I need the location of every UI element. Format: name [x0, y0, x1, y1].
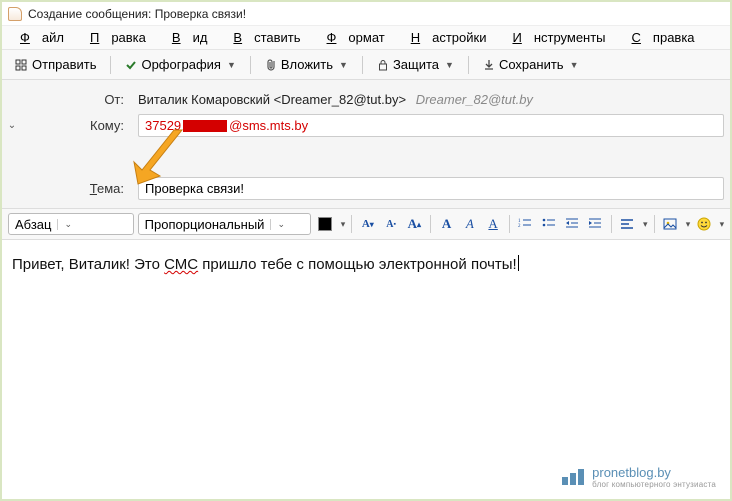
check-icon	[125, 59, 137, 71]
font-size-small-button[interactable]: A▪	[381, 214, 400, 234]
from-value[interactable]: Виталик Комаровский <Dreamer_82@tut.by> …	[132, 90, 730, 109]
text-color-dropdown[interactable]: ▾	[339, 219, 346, 230]
message-headers: От: Виталик Комаровский <Dreamer_82@tut.…	[2, 80, 730, 209]
send-button[interactable]: Отправить	[8, 54, 102, 75]
font-size-up-button[interactable]: A▴	[405, 214, 424, 234]
text-color-button[interactable]	[315, 214, 334, 234]
paragraph-style-combo[interactable]: Абзац⌄	[8, 213, 134, 235]
align-dropdown[interactable]: ▾	[641, 219, 648, 230]
align-button[interactable]	[618, 214, 637, 234]
app-icon	[8, 7, 22, 21]
menu-settings[interactable]: Настройки	[399, 28, 499, 47]
bold-button[interactable]: A	[437, 214, 456, 234]
menu-help[interactable]: Справка	[620, 28, 707, 47]
menu-edit[interactable]: Правка	[78, 28, 158, 47]
outdent-button[interactable]	[562, 214, 581, 234]
subject-label: Тема:	[22, 181, 132, 196]
paperclip-icon	[265, 58, 277, 72]
font-combo[interactable]: Пропорциональный⌄	[138, 213, 312, 235]
insert-image-dropdown[interactable]: ▾	[684, 219, 691, 230]
insert-image-button[interactable]	[661, 214, 680, 234]
expand-recipients-icon[interactable]: ⌄	[2, 120, 22, 131]
numbered-list-button[interactable]: 12	[516, 214, 535, 234]
lock-icon	[377, 59, 389, 71]
to-label[interactable]: Кому:	[22, 118, 132, 133]
indent-button[interactable]	[586, 214, 605, 234]
italic-button[interactable]: A	[460, 214, 479, 234]
svg-text:2: 2	[518, 224, 521, 229]
menu-insert[interactable]: Вставить	[221, 28, 312, 47]
save-button[interactable]: Сохранить ▼	[477, 54, 585, 75]
menu-view[interactable]: Вид	[160, 28, 220, 47]
security-button[interactable]: Защита ▼	[371, 54, 460, 75]
spellcheck-button[interactable]: Орфография ▼	[119, 54, 241, 75]
emoji-button[interactable]	[694, 214, 713, 234]
menu-file[interactable]: Файл	[8, 28, 76, 47]
send-icon	[14, 58, 28, 72]
emoji-dropdown[interactable]: ▾	[718, 219, 725, 230]
attach-button[interactable]: Вложить ▼	[259, 54, 354, 75]
message-body[interactable]: Привет, Виталик! Это СМС пришло тебе с п…	[2, 240, 730, 289]
redacted-block	[183, 120, 227, 132]
from-label: От:	[22, 92, 132, 107]
menu-format[interactable]: Формат	[315, 28, 397, 47]
subject-field[interactable]: Проверка связи!	[138, 177, 724, 200]
bullet-list-button[interactable]	[539, 214, 558, 234]
watermark: pronetblog.by блог компьютерного энтузиа…	[562, 465, 716, 489]
menu-tools[interactable]: Инструменты	[500, 28, 617, 47]
download-icon	[483, 59, 495, 71]
toolbar: Отправить Орфография ▼ Вложить ▼ Защита …	[2, 50, 730, 80]
to-field[interactable]: 37529@sms.mts.by	[138, 114, 724, 137]
window-title: Создание сообщения: Проверка связи!	[28, 7, 246, 21]
format-toolbar: Абзац⌄ Пропорциональный⌄ ▾ A▾ A▪ A▴ A A …	[2, 209, 730, 240]
font-size-down-button[interactable]: A▾	[358, 214, 377, 234]
menubar: Файл Правка Вид Вставить Формат Настройк…	[2, 26, 730, 50]
underline-button[interactable]: A	[483, 214, 502, 234]
